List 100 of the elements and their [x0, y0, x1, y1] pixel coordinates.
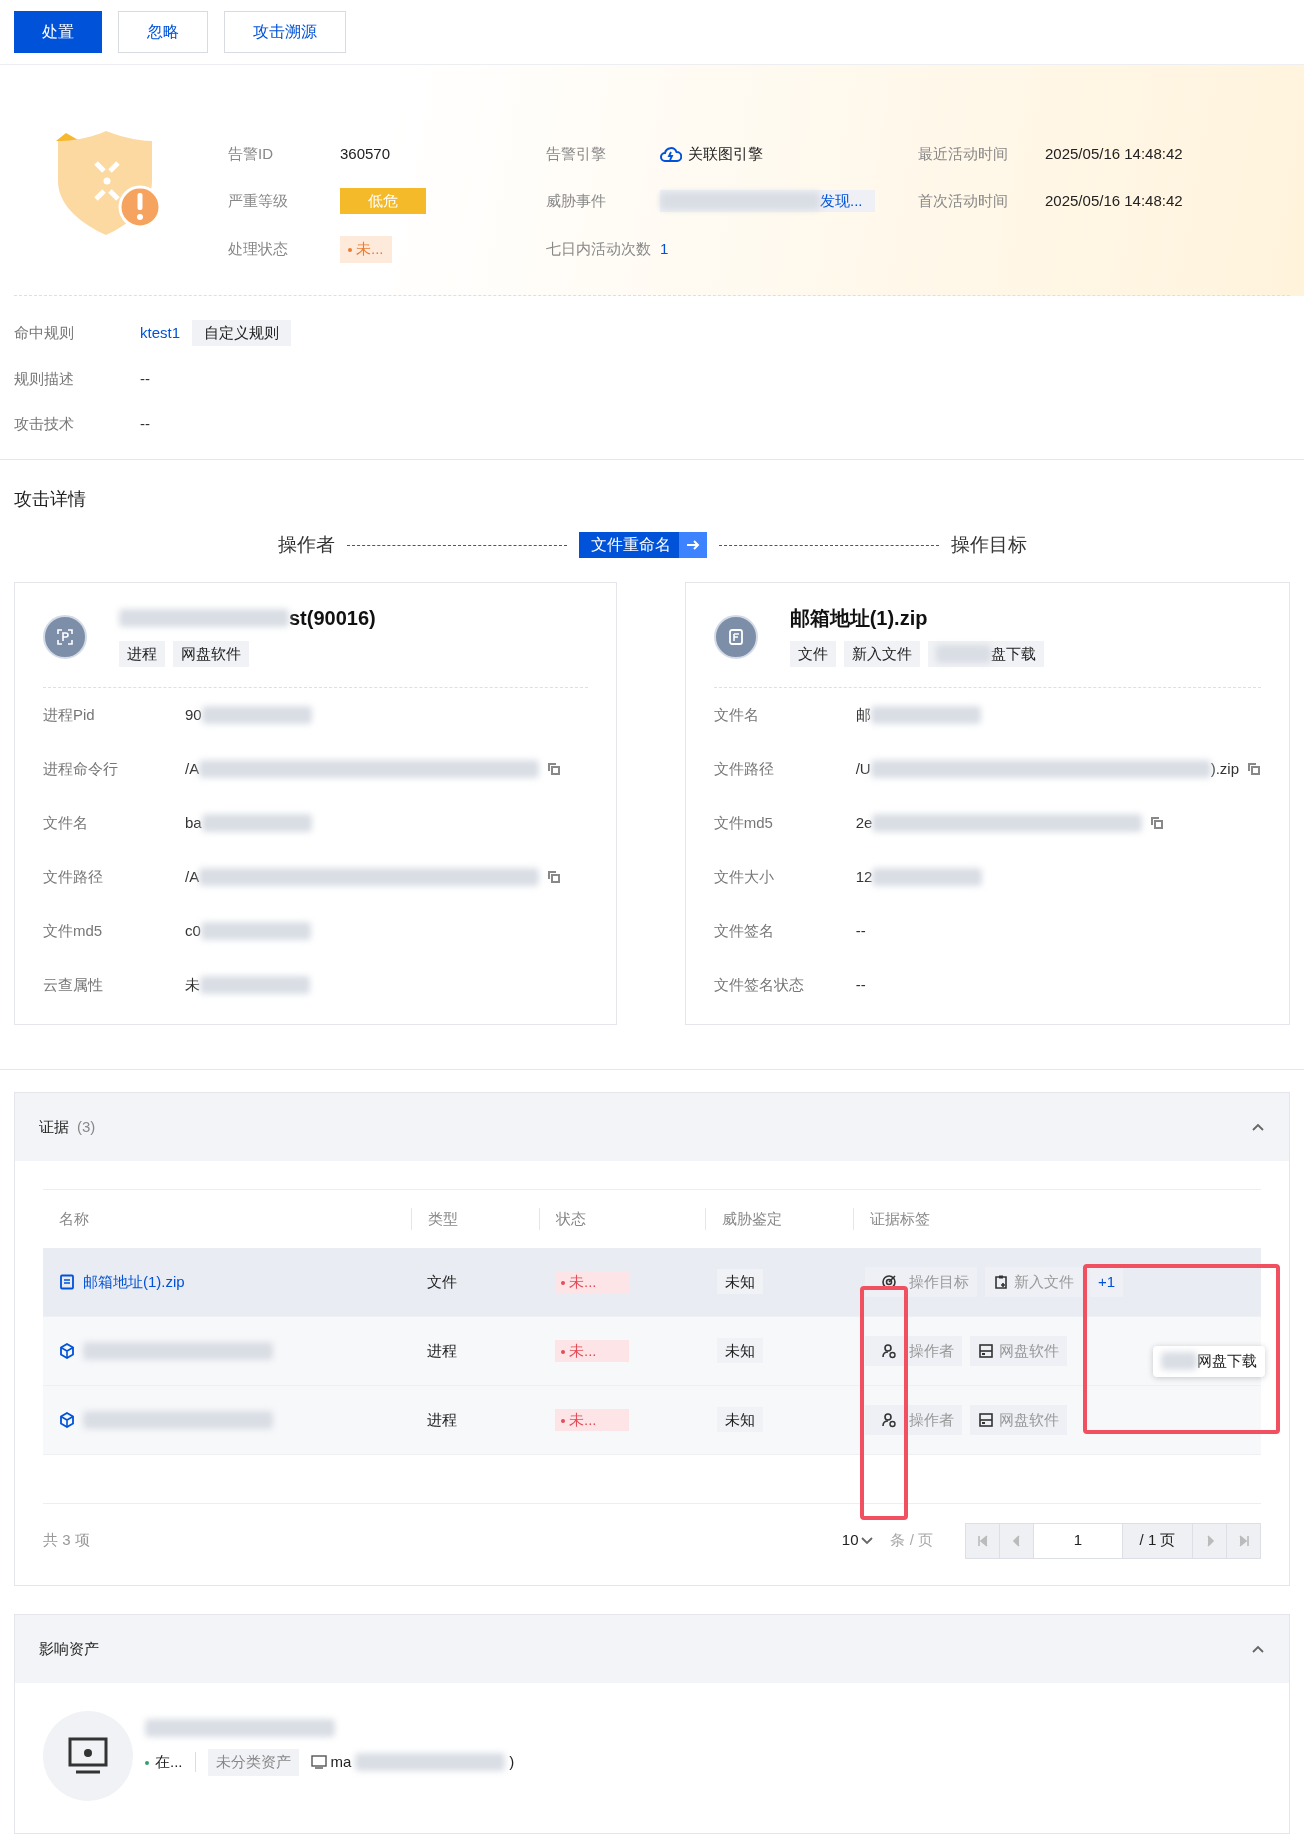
field-label: 严重等级 — [228, 190, 288, 211]
entity-tag: 文件 — [789, 640, 836, 667]
threat-event-link[interactable]: 发现... — [820, 189, 863, 212]
field-label: 文件md5 — [713, 812, 774, 833]
rule-tag: 自定义规则 — [192, 319, 292, 346]
field-value: /A — [185, 866, 200, 887]
status-badge: 未... — [555, 1270, 629, 1294]
field-label: 文件签名状态 — [713, 974, 805, 995]
entity-tag: 进程 — [119, 640, 165, 667]
field-label: 文件签名 — [713, 920, 775, 941]
field-label: 攻击技术 — [14, 413, 75, 434]
field-label: 文件名 — [43, 812, 89, 833]
table-cell-text: 进程 — [426, 1409, 458, 1430]
field-label: 文件md5 — [43, 920, 104, 941]
process-avatar-icon — [43, 614, 87, 659]
target-label: 操作目标 — [950, 533, 1027, 557]
column-header: 状态 — [539, 1207, 705, 1231]
field-label: 处理状态 — [228, 239, 288, 259]
host-name-suffix: ) — [509, 1752, 515, 1772]
field-value-suffix: ).zip — [1210, 758, 1239, 779]
cube-icon — [59, 1412, 75, 1428]
field-label: 云查属性 — [43, 974, 104, 995]
column-header: 名称 — [58, 1208, 90, 1229]
entity-title: 邮箱地址(1).zip — [789, 605, 928, 631]
clipboard-plus-icon — [993, 1274, 1009, 1290]
redacted-block — [1161, 1352, 1197, 1371]
status-badge: 未... — [555, 1339, 629, 1363]
count-label: (3) — [77, 1116, 96, 1137]
evidence-tag: 网盘软件 — [970, 1335, 1067, 1367]
copy-icon[interactable] — [1150, 816, 1165, 830]
status-badge: 未... — [555, 1408, 629, 1432]
verdict-tag: 未知 — [717, 1337, 763, 1363]
actor-label: 操作者 — [277, 533, 335, 557]
total-count: 共 3 项 — [43, 1530, 90, 1551]
field-value: 2025/05/16 14:48:42 — [1045, 190, 1183, 211]
panel-title: 影响资产 — [39, 1638, 99, 1659]
document-icon — [59, 1274, 75, 1290]
field-label: 七日内活动次数 — [546, 239, 651, 259]
secondary-button[interactable]: 攻击溯源 — [224, 11, 346, 53]
entity-tag: 盘下载 — [927, 640, 1044, 667]
asset-category-tag: 未分类资产 — [207, 1749, 299, 1776]
entity-title: st(90016) — [289, 605, 376, 631]
engine-name: 关联图引擎 — [688, 144, 763, 164]
table-cell-text: 文件 — [426, 1271, 458, 1292]
status-badge: 未... — [340, 236, 392, 263]
chevron-up-icon[interactable] — [1251, 1644, 1265, 1654]
field-value: -- — [140, 369, 150, 389]
copy-icon[interactable] — [547, 870, 562, 884]
page-total: / 1 页 — [1122, 1523, 1192, 1558]
evidence-name-link[interactable]: 邮箱地址(1).zip — [83, 1270, 185, 1294]
copy-icon[interactable] — [1247, 762, 1261, 776]
rule-link[interactable]: ktest1 — [140, 321, 181, 344]
field-value: ba — [185, 812, 202, 833]
server-icon — [978, 1343, 994, 1359]
online-status: 在... — [145, 1751, 183, 1774]
field-label: 命中规则 — [14, 322, 75, 343]
panel-title: 证据 — [39, 1116, 69, 1137]
table-row[interactable]: 邮箱地址(1).zip 文件 未... 未知 操作目标 新入文件 +1 — [43, 1248, 1261, 1317]
more-tags-badge[interactable]: +1 — [1090, 1266, 1124, 1298]
column-header: 类型 — [411, 1207, 539, 1231]
page-input[interactable]: 1 — [1034, 1523, 1122, 1558]
verdict-tag: 未知 — [717, 1406, 763, 1432]
field-label: 文件大小 — [713, 866, 775, 887]
primary-button[interactable]: 处置 — [14, 11, 102, 53]
evidence-tag: 网盘软件 — [970, 1404, 1067, 1436]
field-value: 90 — [185, 704, 202, 725]
action-badge: 文件重命名 — [578, 532, 707, 559]
entity-tag: 新入文件 — [843, 640, 920, 667]
user-icon — [881, 1343, 897, 1359]
table-row[interactable]: 进程 未... 未知 操作者 网盘软件 — [43, 1386, 1261, 1455]
severity-badge: 低危 — [340, 187, 426, 214]
evidence-tag: 新入文件 — [985, 1266, 1082, 1298]
field-label: 文件路径 — [713, 758, 775, 779]
evidence-tag: 操作目标 — [865, 1266, 977, 1298]
activity-count-link[interactable]: 1 — [660, 238, 669, 261]
chevron-up-icon[interactable] — [1251, 1122, 1265, 1132]
field-label: 文件名 — [713, 704, 760, 725]
field-value: c0 — [185, 920, 201, 941]
verdict-tag: 未知 — [717, 1268, 763, 1294]
section-title: 攻击详情 — [14, 488, 87, 511]
copy-icon[interactable] — [547, 762, 562, 776]
field-label: 进程命令行 — [43, 758, 119, 779]
field-value: 2025/05/16 14:48:42 — [1045, 144, 1183, 164]
field-label: 规则描述 — [14, 369, 75, 389]
field-value: /A — [185, 758, 200, 779]
field-label: 威胁事件 — [546, 190, 606, 211]
column-header: 证据标签 — [853, 1207, 1261, 1231]
secondary-button[interactable]: 忽略 — [118, 11, 208, 53]
tooltip: 网盘下载 — [1153, 1346, 1265, 1377]
field-value: 12 — [855, 866, 873, 887]
page-size-select[interactable]: 10 — [841, 1529, 859, 1552]
evidence-tag: 操作者 — [865, 1404, 962, 1436]
chevron-down-icon[interactable] — [860, 1535, 875, 1546]
field-value: -- — [855, 920, 866, 941]
field-value: 2e — [855, 812, 873, 833]
field-label: 最近活动时间 — [918, 144, 1008, 164]
user-icon — [881, 1412, 897, 1428]
field-label: 首次活动时间 — [918, 190, 1008, 211]
table-cell-text: 进程 — [426, 1340, 458, 1361]
server-icon — [978, 1412, 994, 1428]
